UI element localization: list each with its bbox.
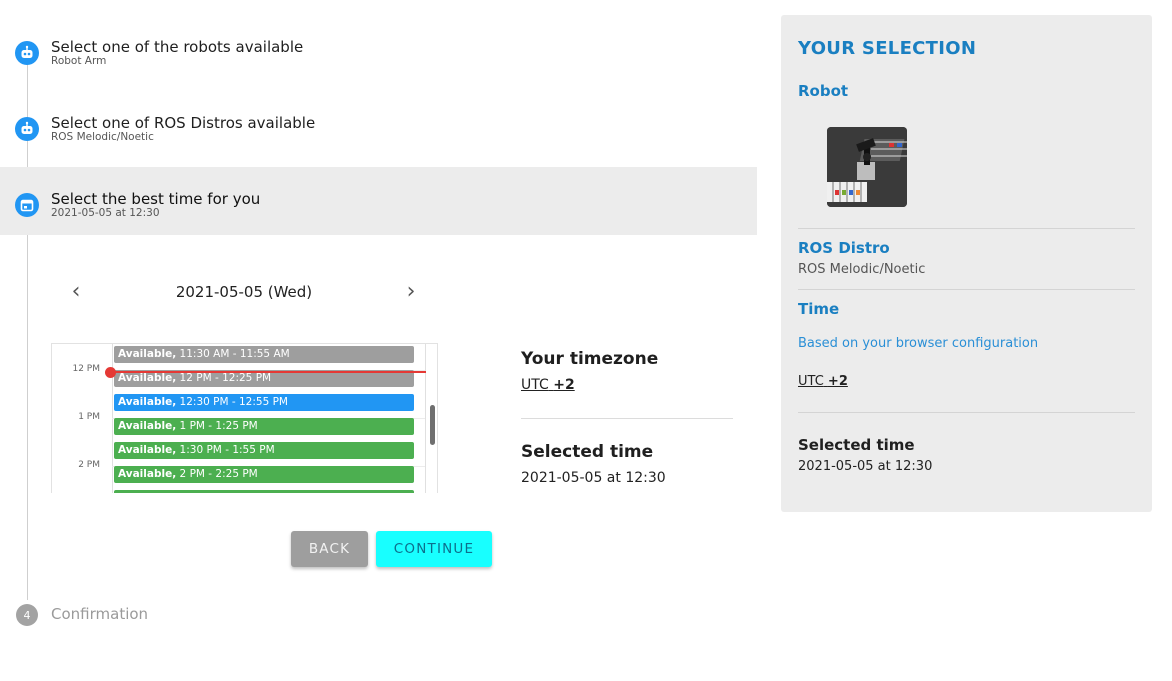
- calendar-day-view[interactable]: 12 PM 1 PM 2 PM Available, 11:30 AM - 11…: [51, 343, 438, 493]
- time-slot[interactable]: Available, 1 PM - 1:25 PM: [114, 418, 414, 435]
- slot-status: Available,: [118, 468, 177, 480]
- step-confirmation[interactable]: Confirmation: [51, 605, 148, 623]
- step-title: Select one of ROS Distros available: [51, 114, 316, 132]
- slot-status: Available,: [118, 420, 177, 432]
- ros-distro-label: ROS Distro: [798, 239, 890, 257]
- calendar-icon: [15, 193, 39, 217]
- summary-timezone-value[interactable]: UTC +2: [798, 374, 848, 389]
- step-subtitle: 2021-05-05 at 12:30: [51, 207, 160, 219]
- hour-label: 1 PM: [78, 412, 100, 422]
- slot-time: 2 PM - 2:25 PM: [179, 468, 258, 480]
- calendar-scrollbar[interactable]: [430, 405, 435, 445]
- timezone-prefix: UTC: [521, 377, 549, 393]
- step-subtitle: ROS Melodic/Noetic: [51, 131, 154, 143]
- step-subtitle: Robot Arm: [51, 55, 107, 67]
- timezone-heading: Your timezone: [521, 349, 659, 369]
- summary-timezone-prefix: UTC: [798, 374, 824, 389]
- slot-time: 11:30 AM - 11:55 AM: [179, 348, 290, 360]
- continue-button[interactable]: CONTINUE: [376, 531, 492, 567]
- slot-time: 12 PM - 12:25 PM: [179, 372, 272, 384]
- divider: [521, 418, 733, 419]
- slot-time: 12:30 PM - 12:55 PM: [179, 396, 288, 408]
- summary-title: YOUR SELECTION: [798, 38, 977, 59]
- time-slot[interactable]: Available, 2 PM - 2:25 PM: [114, 466, 414, 483]
- robot-icon: [15, 41, 39, 65]
- divider: [798, 412, 1135, 413]
- calendar-date-label: 2021-05-05 (Wed): [175, 283, 313, 301]
- time-slot[interactable]: [114, 490, 414, 493]
- slot-status: Available,: [118, 396, 177, 408]
- chevron-left-icon[interactable]: ‹: [66, 281, 86, 304]
- ros-distro-value: ROS Melodic/Noetic: [798, 262, 926, 277]
- hour-label: 12 PM: [72, 364, 100, 374]
- time-label: Time: [798, 300, 840, 318]
- slot-status: Available,: [118, 372, 177, 384]
- calendar-right-border: [425, 344, 426, 493]
- step-robot[interactable]: Select one of the robots available Robot…: [0, 15, 757, 83]
- current-time-dot: [105, 367, 116, 378]
- timezone-note: Based on your browser configuration: [798, 336, 1039, 351]
- selected-time-heading: Selected time: [521, 442, 654, 462]
- summary-selected-time-heading: Selected time: [798, 436, 915, 454]
- timezone-value[interactable]: UTC +2: [521, 377, 575, 393]
- divider: [798, 228, 1135, 229]
- step-ros-distro[interactable]: Select one of ROS Distros available ROS …: [0, 91, 757, 159]
- slot-status: Available,: [118, 444, 177, 456]
- summary-selected-time-value: 2021-05-05 at 12:30: [798, 459, 933, 474]
- robot-label: Robot: [798, 82, 849, 100]
- step-title: Select one of the robots available: [51, 38, 304, 56]
- back-button[interactable]: BACK: [291, 531, 368, 567]
- current-time-line: [112, 371, 426, 373]
- summary-timezone-offset: +2: [827, 374, 848, 389]
- robot-arm-image: [827, 127, 907, 207]
- selection-summary-panel: YOUR SELECTION Robot ROS Distro ROS Melo…: [781, 15, 1152, 512]
- hour-label: 2 PM: [78, 460, 100, 470]
- timezone-offset: +2: [553, 377, 575, 393]
- step-number-badge: 4: [16, 604, 38, 626]
- slot-time: 1:30 PM - 1:55 PM: [179, 444, 275, 456]
- slot-status: Available,: [118, 348, 177, 360]
- time-slot[interactable]: Available, 11:30 AM - 11:55 AM: [114, 346, 414, 363]
- slot-time: 1 PM - 1:25 PM: [179, 420, 258, 432]
- step-time[interactable]: Select the best time for you 2021-05-05 …: [0, 167, 757, 235]
- chevron-right-icon[interactable]: ›: [401, 281, 421, 304]
- time-slot-selected[interactable]: Available, 12:30 PM - 12:55 PM: [114, 394, 414, 411]
- time-slot[interactable]: Available, 1:30 PM - 1:55 PM: [114, 442, 414, 459]
- robot-icon: [15, 117, 39, 141]
- step-title: Select the best time for you: [51, 190, 261, 208]
- selected-time-value: 2021-05-05 at 12:30: [521, 470, 666, 486]
- divider: [798, 289, 1135, 290]
